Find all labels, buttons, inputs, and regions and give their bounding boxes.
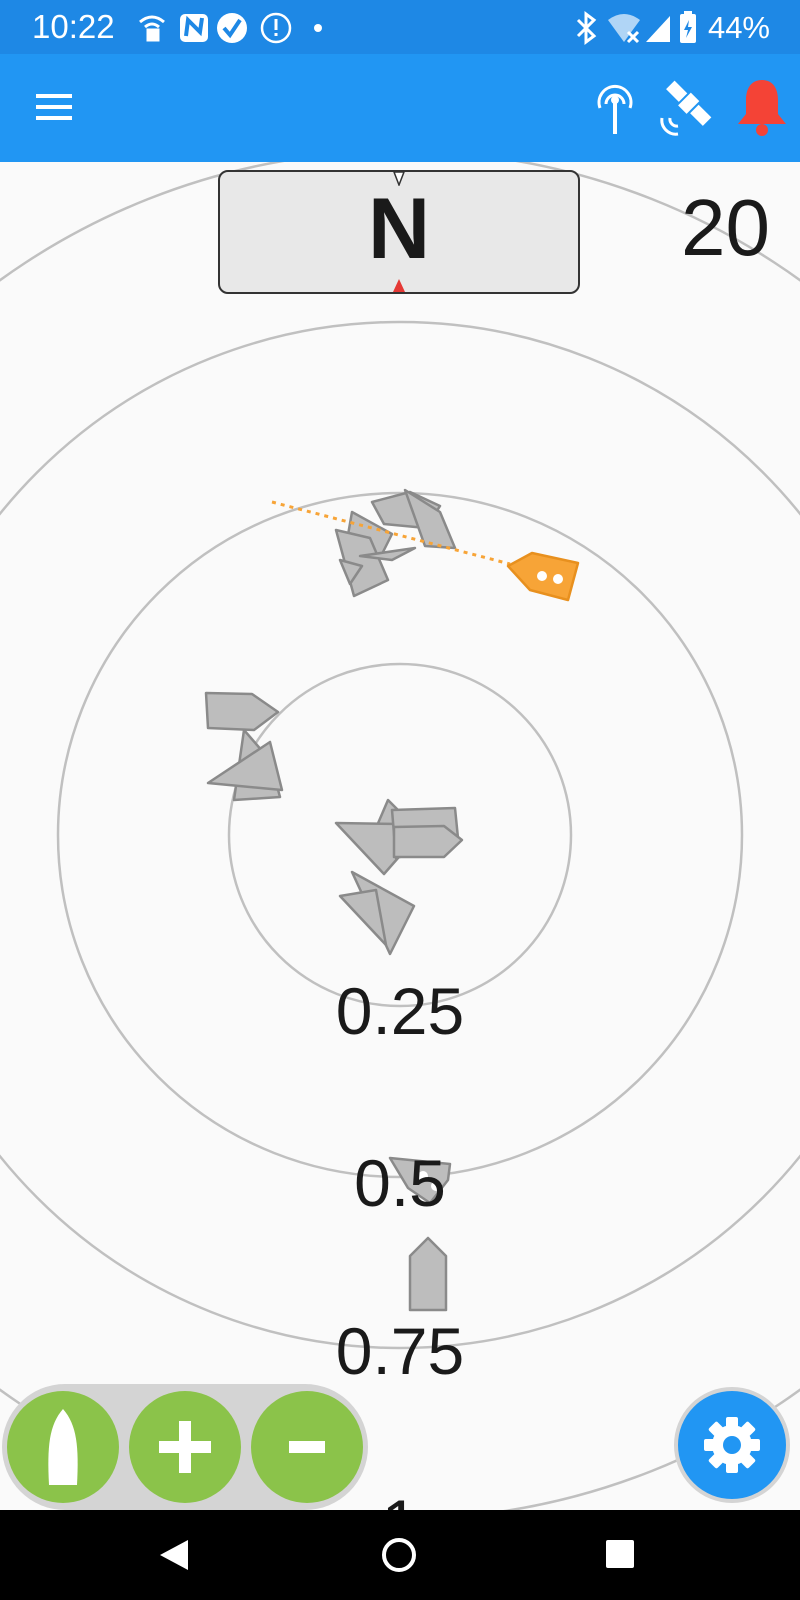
antenna-icon[interactable] (594, 78, 636, 136)
status-bar: 10:22 44% (0, 0, 800, 54)
n-app-icon (180, 14, 208, 42)
zoom-out-button[interactable] (251, 1391, 363, 1503)
system-nav-bar (0, 1510, 800, 1600)
battery-percent: 44% (707, 10, 770, 45)
bell-icon[interactable] (734, 76, 790, 138)
compass-heading[interactable]: N (218, 170, 580, 294)
range-value: 20 (681, 183, 770, 272)
boat-icon (48, 1409, 78, 1485)
compass-label: N (367, 181, 431, 277)
satellite-icon[interactable] (656, 78, 720, 140)
status-icons-right (576, 11, 696, 45)
compass-heading-marker (393, 279, 405, 292)
target-vessel (392, 824, 464, 859)
info-icon (260, 12, 292, 44)
check-badge-icon (217, 13, 247, 43)
center-boat-button[interactable] (7, 1391, 119, 1503)
home-icon[interactable] (380, 1536, 418, 1574)
signal-icon (645, 16, 670, 42)
own-vessel (408, 1236, 448, 1312)
gear-icon (704, 1417, 760, 1473)
menu-icon[interactable] (34, 92, 74, 122)
radar-view[interactable] (0, 162, 800, 1510)
ring-label-0-75: 0.75 (335, 1314, 465, 1388)
back-icon[interactable] (158, 1538, 190, 1572)
ring-label-0-5: 0.5 (354, 1146, 446, 1220)
wifi-off-icon (607, 14, 640, 44)
plus-icon (159, 1421, 211, 1473)
target-vessel (334, 821, 402, 876)
settings-button[interactable] (674, 1387, 790, 1503)
status-time: 10:22 (32, 8, 115, 45)
radar-canvas[interactable] (0, 162, 800, 1510)
bluetooth-icon (576, 11, 597, 45)
app-bar (0, 54, 800, 162)
ring-label-0-25: 0.25 (335, 974, 465, 1048)
dot-icon (314, 24, 322, 32)
status-right: 44% (574, 8, 770, 48)
zoom-in-button[interactable] (129, 1391, 241, 1503)
battery-icon (679, 11, 696, 43)
wifi-calling-icon (139, 15, 165, 42)
recents-icon[interactable] (604, 1538, 636, 1570)
selected-target[interactable] (506, 551, 580, 602)
ais-targets (204, 488, 464, 1205)
status-icons-left (139, 12, 322, 44)
target-vessel (204, 691, 280, 732)
control-button-group (2, 1384, 368, 1510)
minus-icon (289, 1441, 325, 1453)
